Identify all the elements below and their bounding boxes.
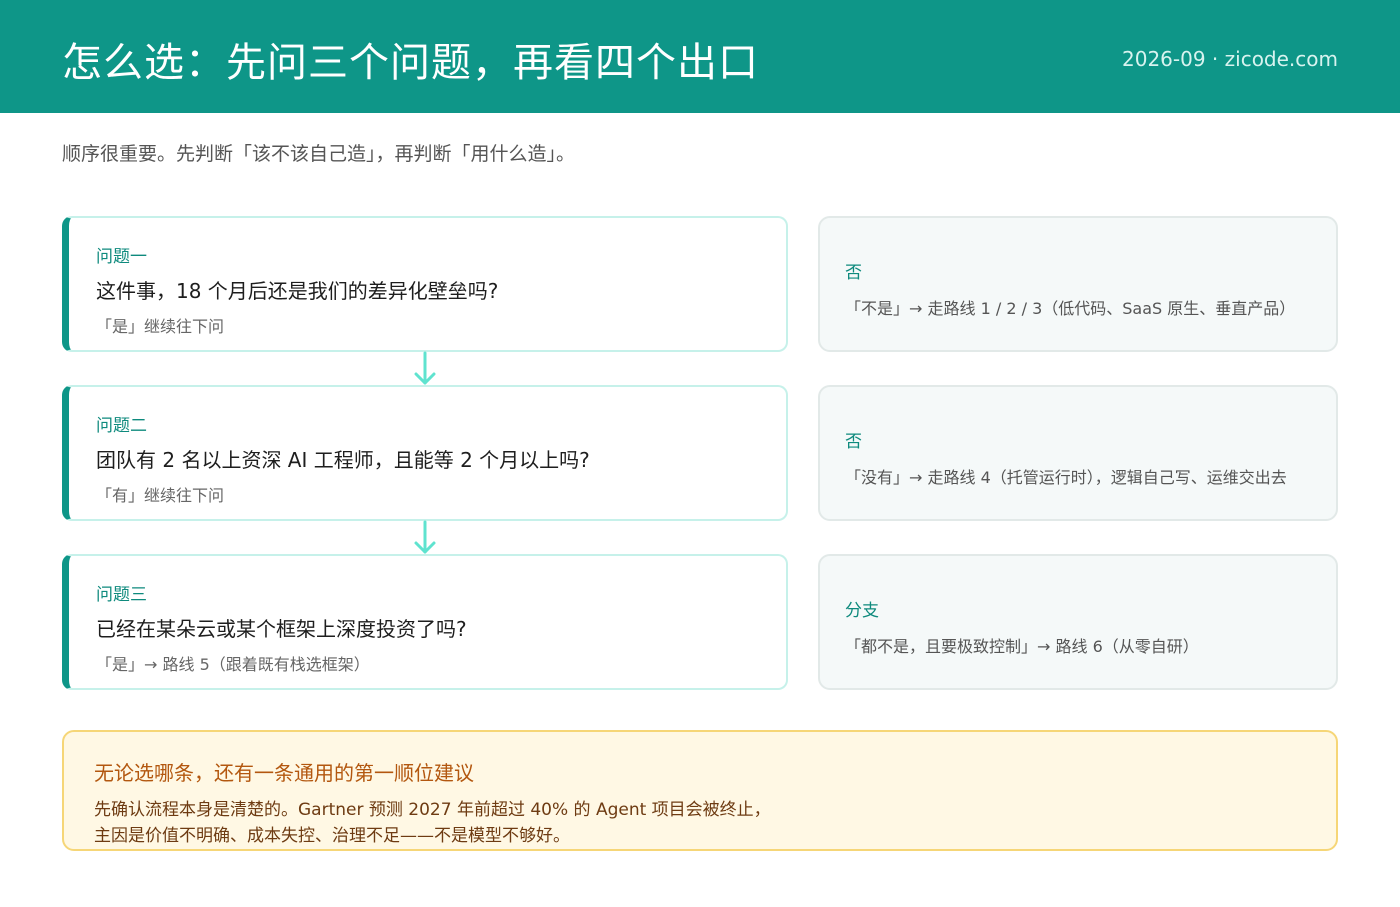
- question-label: 问题一: [96, 247, 147, 267]
- answer-label: 分支: [845, 601, 879, 621]
- advice-note-box: 无论选哪条，还有一条通用的第一顺位建议 先确认流程本身是清楚的。Gartner …: [62, 730, 1338, 851]
- question-label: 问题二: [96, 416, 147, 436]
- question-text: 团队有 2 名以上资深 AI 工程师，且能等 2 个月以上吗?: [96, 448, 590, 472]
- answer-text: 「都不是，且要极致控制」→ 路线 6（从零自研）: [845, 637, 1199, 656]
- question-text: 已经在某朵云或某个框架上深度投资了吗?: [96, 617, 467, 641]
- answer-card-2: 否 「没有」→ 走路线 4（托管运行时），逻辑自己写、运维交出去: [818, 385, 1338, 521]
- question-text: 这件事，18 个月后还是我们的差异化壁垒吗?: [96, 279, 499, 303]
- advice-note-title: 无论选哪条，还有一条通用的第一顺位建议: [94, 761, 474, 785]
- answer-card-3: 分支 「都不是，且要极致控制」→ 路线 6（从零自研）: [818, 554, 1338, 690]
- page-subtitle: 顺序很重要。先判断「该不该自己造」，再判断「用什么造」。: [62, 143, 576, 165]
- answer-text: 「不是」→ 走路线 1 / 2 / 3（低代码、SaaS 原生、垂直产品）: [845, 299, 1296, 318]
- question-label: 问题三: [96, 585, 147, 605]
- question-note: 「有」继续往下问: [96, 486, 225, 505]
- answer-card-1: 否 「不是」→ 走路线 1 / 2 / 3（低代码、SaaS 原生、垂直产品）: [818, 216, 1338, 352]
- question-note: 「是」→ 路线 5（跟着既有栈选框架）: [96, 655, 370, 674]
- arrow-down-icon: [414, 351, 436, 385]
- question-note: 「是」继续往下问: [96, 317, 225, 336]
- page-title: 怎么选：先问三个问题，再看四个出口: [62, 40, 759, 86]
- question-card-3: 问题三 已经在某朵云或某个框架上深度投资了吗? 「是」→ 路线 5（跟着既有栈选…: [62, 554, 788, 690]
- answer-label: 否: [845, 432, 862, 452]
- answer-text: 「没有」→ 走路线 4（托管运行时），逻辑自己写、运维交出去: [845, 468, 1287, 487]
- question-card-2: 问题二 团队有 2 名以上资深 AI 工程师，且能等 2 个月以上吗? 「有」继…: [62, 385, 788, 521]
- answer-label: 否: [845, 263, 862, 283]
- arrow-down-icon: [414, 520, 436, 554]
- advice-note-line-2: 主因是价值不明确、成本失控、治理不足——不是模型不够好。: [94, 826, 570, 846]
- header-meta: 2026-09 · zicode.com: [1122, 47, 1338, 71]
- advice-note-line-1: 先确认流程本身是清楚的。Gartner 预测 2027 年前超过 40% 的 A…: [94, 800, 771, 820]
- question-card-1: 问题一 这件事，18 个月后还是我们的差异化壁垒吗? 「是」继续往下问: [62, 216, 788, 352]
- header-bar: 怎么选：先问三个问题，再看四个出口 2026-09 · zicode.com: [0, 0, 1400, 113]
